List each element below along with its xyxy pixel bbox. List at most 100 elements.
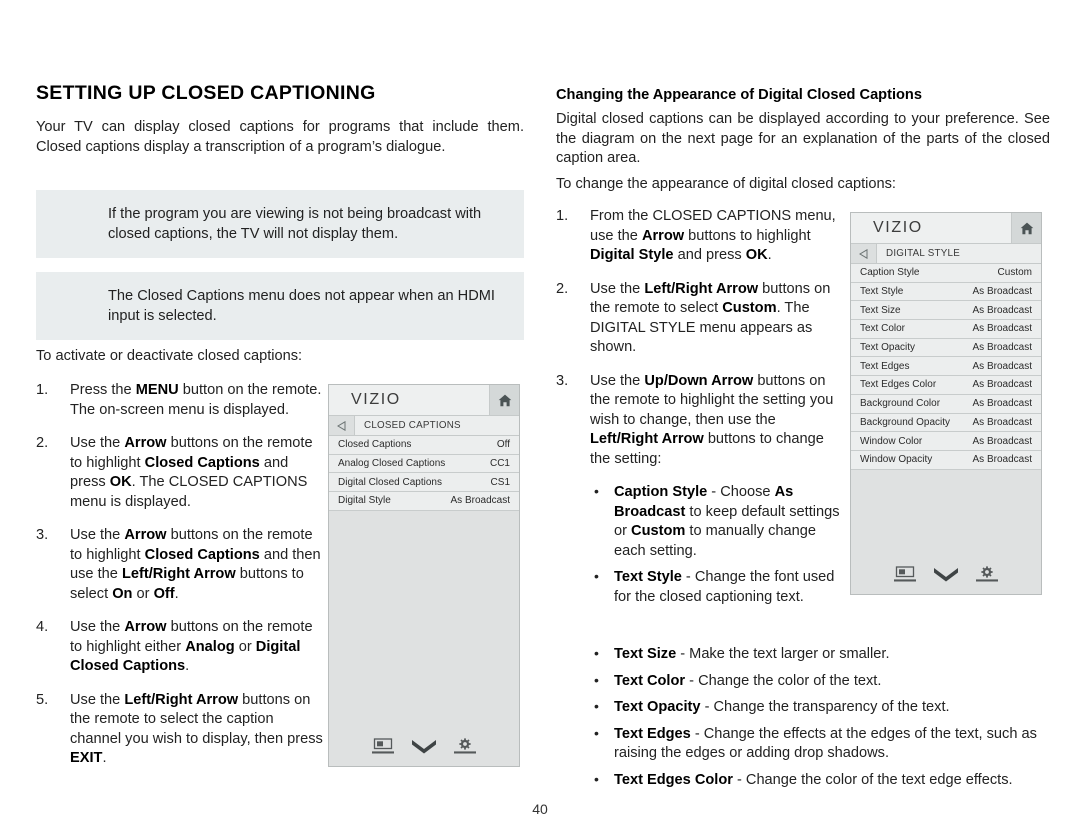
back-arrow-icon[interactable] xyxy=(851,244,877,263)
tv-menu-breadcrumb: DIGITAL STYLE xyxy=(851,244,1041,264)
tv-menu-rows: Closed Captions Off Analog Closed Captions… xyxy=(329,436,519,511)
callout-box-2: The Closed Captions menu does not appear… xyxy=(36,272,524,340)
home-icon[interactable] xyxy=(489,385,519,415)
left-step-item: 5. Use the Left/Right Arrow buttons on th… xyxy=(36,691,326,769)
left-step-number: 2. xyxy=(36,435,49,451)
gear-icon[interactable] xyxy=(975,565,999,583)
tv-menu-row-value: As Broadcast xyxy=(972,379,1032,391)
page-number: 40 xyxy=(532,801,548,817)
tv-menu-row-label: Digital Closed Captions xyxy=(338,476,442,488)
tv-menu-row-label: Text Edges Color xyxy=(860,379,937,391)
tv-menu-row[interactable]: Window Opacity As Broadcast xyxy=(851,450,1041,470)
left-step-item: 3. Use the Arrow buttons on the remote to… xyxy=(36,526,326,604)
right-bullet-narrow-item: Caption Style - Choose As Broadcast to k… xyxy=(590,482,844,561)
tv-menu-row-label: Digital Style xyxy=(338,495,391,507)
tv-menu-row-label: Text Style xyxy=(860,286,904,298)
tv-menu-row-value: Custom xyxy=(997,267,1032,279)
tv-menu-row-label: Text Size xyxy=(860,304,901,316)
tv-menu-closed-captions[interactable]: VIZIO CLOSED CAPTIONS Closed Captions Off… xyxy=(328,384,520,767)
tv-menu-row-label: Text Opacity xyxy=(860,342,916,354)
tv-menu-breadcrumb: CLOSED CAPTIONS xyxy=(329,416,519,436)
callout-2-text: The Closed Captions menu does not appear… xyxy=(108,288,495,324)
right-bullet-wide-item: Text Opacity - Change the transparency o… xyxy=(590,697,1050,718)
right-step-text: Use the Left/Right Arrow buttons on the … xyxy=(590,280,831,356)
picture-mode-icon[interactable] xyxy=(371,737,395,755)
tv-menu-row-value: As Broadcast xyxy=(972,435,1032,447)
left-step-text: Press the MENU button on the remote. The… xyxy=(70,382,322,418)
left-intro-paragraph: Your TV can display closed captions for … xyxy=(36,119,524,155)
tv-menu-breadcrumb-label: DIGITAL STYLE xyxy=(877,244,1041,263)
chevron-down-icon[interactable] xyxy=(411,738,437,755)
tv-menu-footer xyxy=(329,726,519,766)
tv-menu-row-label: Analog Closed Captions xyxy=(338,458,446,470)
right-intro-paragraph: Digital closed captions can be displayed… xyxy=(556,111,1050,166)
tv-menu-row[interactable]: Window Color As Broadcast xyxy=(851,432,1041,451)
tv-menu-row-value: As Broadcast xyxy=(972,286,1032,298)
tv-menu-row[interactable]: Background Color As Broadcast xyxy=(851,394,1041,414)
vizio-logo: VIZIO xyxy=(873,219,923,236)
right-step-number: 3. xyxy=(556,372,569,389)
tv-menu-row-label: Caption Style xyxy=(860,267,920,279)
tv-menu-row-value: As Broadcast xyxy=(972,454,1032,466)
tv-menu-row[interactable]: Text Style As Broadcast xyxy=(851,282,1041,302)
callout-1-text: If the program you are viewing is not be… xyxy=(108,206,482,242)
tv-menu-row[interactable]: Closed Captions Off xyxy=(329,436,519,455)
right-bullet-wide-item: Text Edges Color - Change the color of t… xyxy=(590,770,1050,791)
left-step-item: 4. Use the Arrow buttons on the remote to… xyxy=(36,618,326,677)
gear-icon[interactable] xyxy=(453,737,477,755)
vizio-logo: VIZIO xyxy=(351,391,401,408)
left-step-number: 3. xyxy=(36,527,49,543)
tv-menu-digital-style[interactable]: VIZIO DIGITAL STYLE Caption Style Custom T… xyxy=(850,212,1042,595)
tv-menu-row-value: As Broadcast xyxy=(450,495,510,507)
left-step-text: Use the Arrow buttons on the remote to h… xyxy=(70,527,321,602)
right-heading: Changing the Appearance of Digital Close… xyxy=(556,87,922,103)
chevron-down-icon[interactable] xyxy=(933,566,959,583)
tv-menu-row[interactable]: Background Opacity As Broadcast xyxy=(851,413,1041,433)
tv-menu-row[interactable]: Text Edges Color As Broadcast xyxy=(851,376,1041,395)
left-step-item: 2. Use the Arrow buttons on the remote to… xyxy=(36,434,326,512)
manual-page: SETTING UP CLOSED CAPTIONING Your TV can… xyxy=(0,0,1080,834)
tv-menu-row[interactable]: Caption Style Custom xyxy=(851,264,1041,283)
picture-mode-icon[interactable] xyxy=(893,565,917,583)
tv-menu-row[interactable]: Text Color As Broadcast xyxy=(851,320,1041,339)
tv-menu-rows: Caption Style Custom Text Style As Broadcas… xyxy=(851,264,1041,470)
tv-menu-row-label: Window Opacity xyxy=(860,454,933,466)
right-step-item: 1. From the CLOSED CAPTIONS menu, use the… xyxy=(556,207,844,266)
left-step-text: Use the Left/Right Arrow buttons on the … xyxy=(70,691,323,767)
tv-menu-row[interactable]: Text Size As Broadcast xyxy=(851,301,1041,321)
back-arrow-icon[interactable] xyxy=(329,416,355,435)
left-step-number: 1. xyxy=(36,382,49,398)
tv-menu-row-value: As Broadcast xyxy=(972,304,1032,316)
tv-menu-header: VIZIO xyxy=(851,213,1041,244)
right-step-item: 2. Use the Left/Right Arrow buttons on th… xyxy=(556,280,844,358)
tv-menu-row[interactable]: Analog Closed Captions CC1 xyxy=(329,454,519,474)
left-step-text: Use the Arrow buttons on the remote to h… xyxy=(70,435,313,510)
tv-menu-row-value: CC1 xyxy=(489,458,510,470)
left-step-text: Use the Arrow buttons on the remote to h… xyxy=(70,619,313,674)
tv-menu-row-label: Window Color xyxy=(860,435,923,447)
tv-menu-row-value: As Broadcast xyxy=(972,342,1032,354)
tv-menu-row[interactable]: Digital Closed Captions CS1 xyxy=(329,473,519,493)
tv-menu-row[interactable]: Digital Style As Broadcast xyxy=(329,492,519,511)
callout-box-1: If the program you are viewing is not be… xyxy=(36,190,524,258)
right-bullet-wide-item: Text Size - Make the text larger or smal… xyxy=(590,644,1050,665)
page-title: SETTING UP CLOSED CAPTIONING xyxy=(36,82,376,104)
left-steps-list: 1. Press the MENU button on the remote. T… xyxy=(36,381,326,769)
left-lead-in: To activate or deactivate closed caption… xyxy=(36,348,303,364)
tv-menu-row-value: CS1 xyxy=(490,476,510,488)
left-step-number: 4. xyxy=(36,619,49,635)
tv-menu-footer xyxy=(851,554,1041,594)
tv-menu-row[interactable]: Text Opacity As Broadcast xyxy=(851,338,1041,358)
home-icon[interactable] xyxy=(1011,213,1041,243)
right-step-item: 3. Use the Up/Down Arrow buttons on the r… xyxy=(556,372,844,470)
right-bullet-narrow-item: Text Style - Change the font used for th… xyxy=(590,567,844,607)
right-step-text: From the CLOSED CAPTIONS menu, use the A… xyxy=(590,208,836,263)
right-steps-list: 1. From the CLOSED CAPTIONS menu, use the… xyxy=(556,207,844,469)
tv-menu-empty-area xyxy=(329,510,519,726)
left-step-number: 5. xyxy=(36,691,49,708)
tv-menu-row-label: Text Edges xyxy=(860,360,910,372)
right-step-text: Use the Up/Down Arrow buttons on the rem… xyxy=(590,372,834,467)
tv-menu-empty-area xyxy=(851,469,1041,554)
right-bullet-wide-item: Text Color - Change the color of the tex… xyxy=(590,671,1050,692)
tv-menu-row[interactable]: Text Edges As Broadcast xyxy=(851,357,1041,377)
